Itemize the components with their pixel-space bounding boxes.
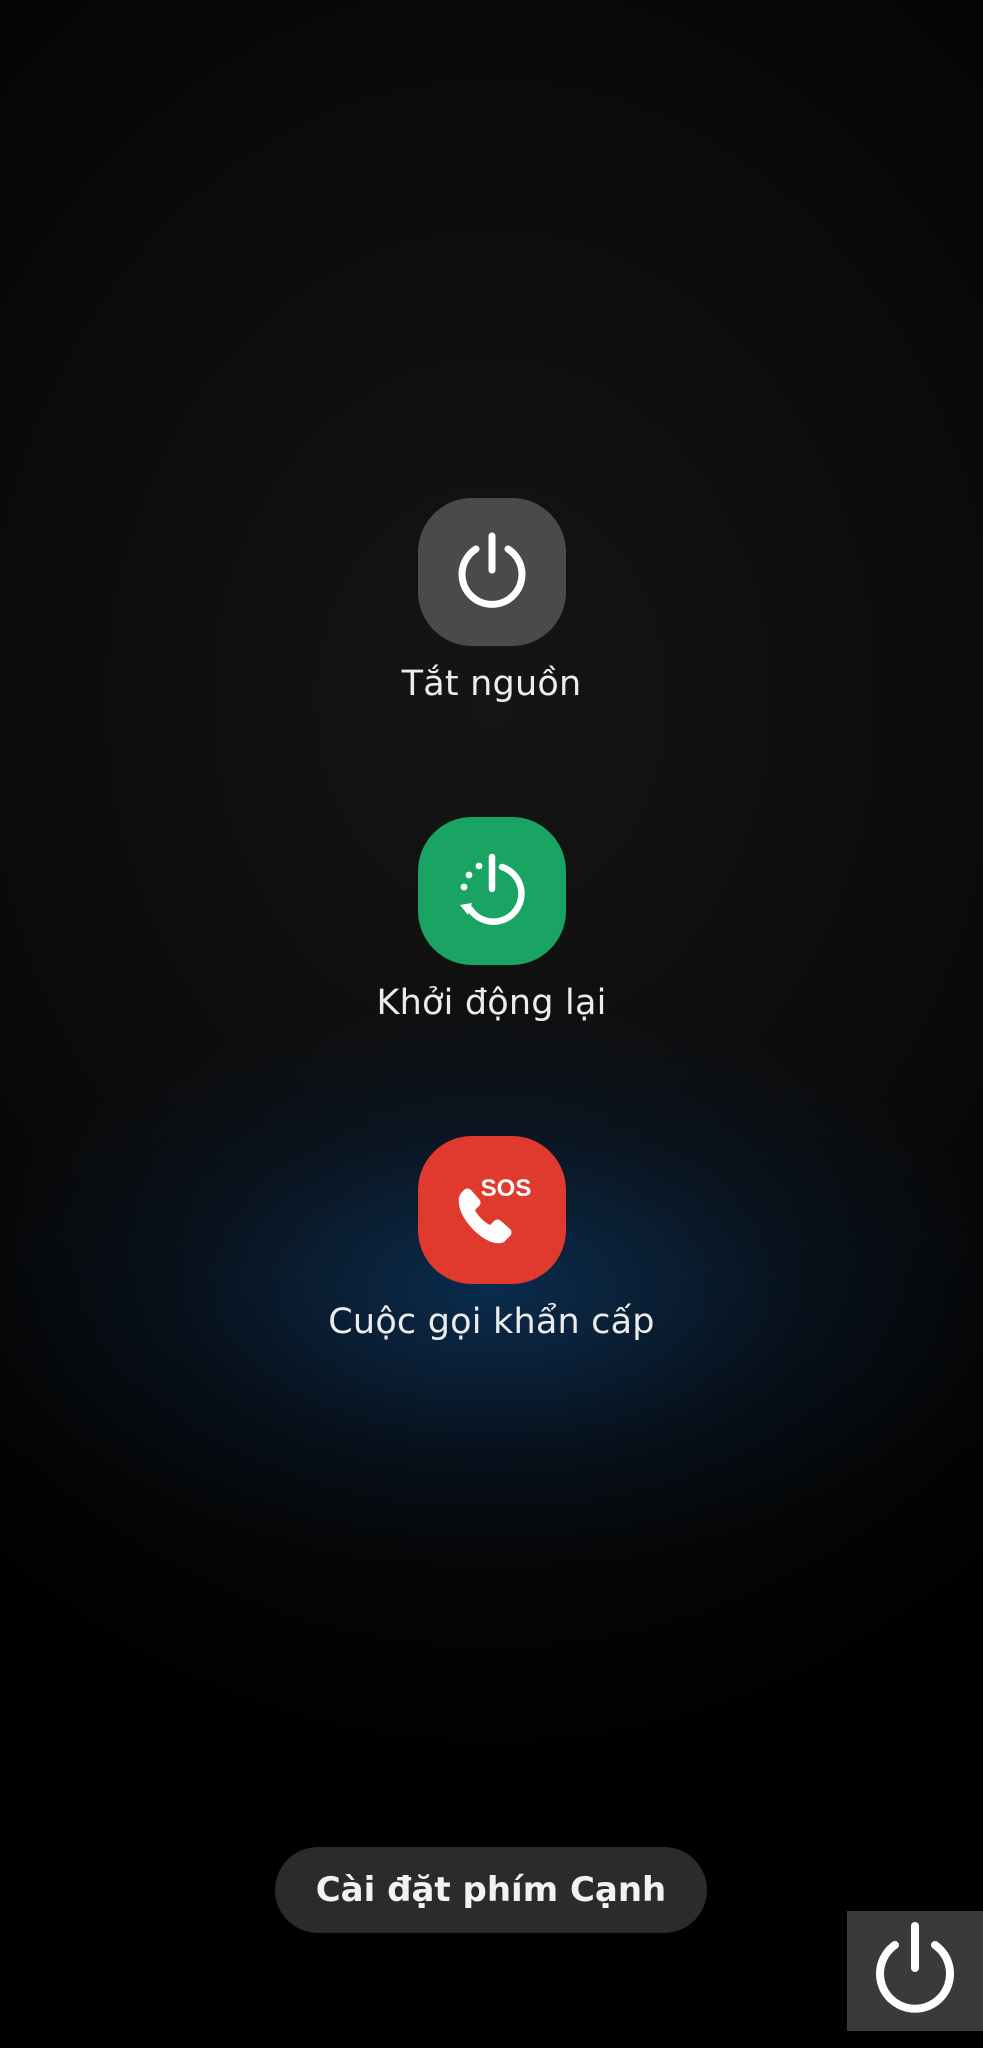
floating-power-shortcut[interactable]	[847, 1911, 983, 2031]
restart-action: Khởi động lại	[0, 817, 983, 1025]
power-menu-screen: Tắt nguồn Khởi động lại SOS Cuộc gọi khẩ…	[0, 0, 983, 2048]
restart-button[interactable]	[417, 817, 566, 965]
power-icon	[876, 1922, 954, 2013]
emergency-call-label: Cuộc gọi khẩn cấp	[328, 1302, 655, 1342]
emergency-call-button[interactable]: SOS	[417, 1136, 566, 1284]
side-key-settings-label: Cài đặt phím Cạnh	[315, 1870, 667, 1910]
power-icon	[458, 532, 525, 608]
restart-label: Khởi động lại	[376, 983, 607, 1023]
power-off-button[interactable]	[417, 498, 566, 646]
power-off-label: Tắt nguồn	[401, 664, 582, 704]
sos-phone-icon: SOS	[458, 1175, 531, 1244]
restart-icon	[459, 853, 525, 925]
emergency-call-action: SOS Cuộc gọi khẩn cấp	[0, 1136, 983, 1344]
side-key-settings-button[interactable]: Cài đặt phím Cạnh	[275, 1847, 707, 1933]
power-off-action: Tắt nguồn	[0, 498, 983, 706]
sos-badge: SOS	[480, 1175, 531, 1202]
